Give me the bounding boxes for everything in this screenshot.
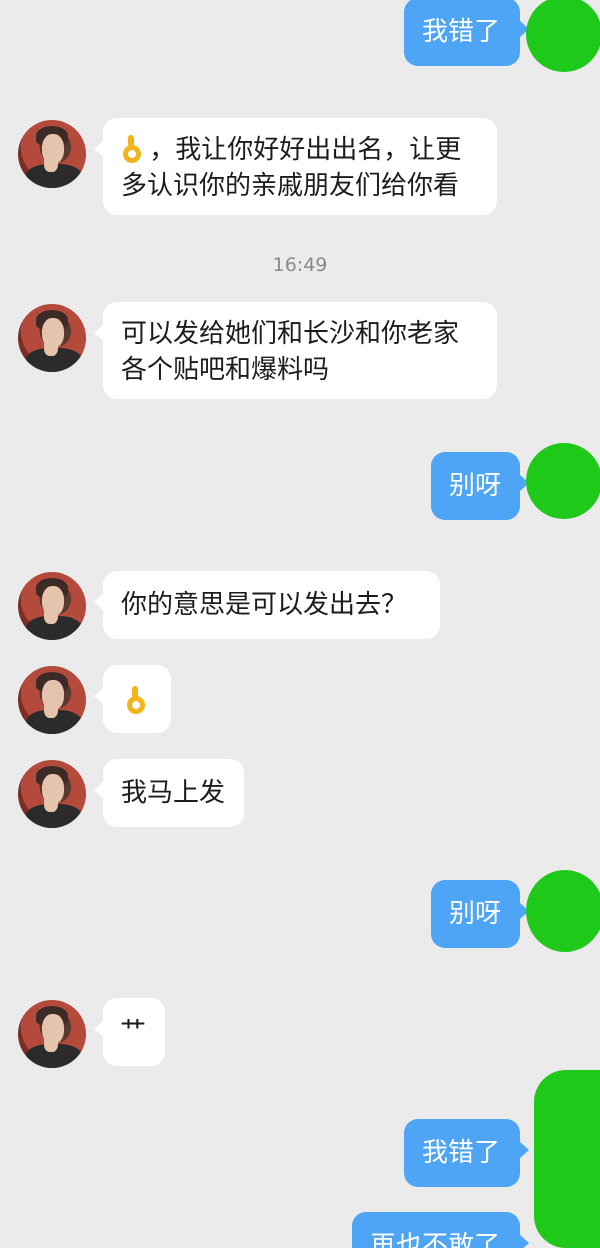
message-text: 别呀: [449, 471, 502, 501]
message-timestamp: 16:49: [272, 254, 328, 276]
contact-avatar[interactable]: [18, 1000, 86, 1068]
contact-avatar[interactable]: [18, 760, 86, 828]
message-text: 各个贴吧和爆料吗: [121, 355, 330, 385]
message-text: 可以发给她们和长沙和你老家: [121, 319, 460, 349]
ok-hand-icon: [125, 686, 145, 714]
message-text: ，我让你好好出出名，让更: [149, 135, 462, 165]
outgoing-bubble[interactable]: 再也不敢了: [352, 1212, 529, 1248]
incoming-bubble[interactable]: 我马上发: [94, 759, 244, 827]
message-text: 我马上发: [121, 778, 226, 808]
self-avatar[interactable]: [534, 1070, 600, 1248]
message-text: 多认识你的亲戚朋友们给你看: [121, 171, 460, 201]
contact-avatar[interactable]: [18, 572, 86, 640]
message-text: 我错了: [422, 17, 501, 47]
message-text: 别呀: [449, 899, 502, 929]
incoming-bubble[interactable]: ，我让你好好出出名，让更 多认识你的亲戚朋友们给你看: [94, 118, 497, 215]
incoming-bubble[interactable]: 你的意思是可以发出去？: [94, 571, 440, 639]
incoming-bubble[interactable]: 可以发给她们和长沙和你老家 各个贴吧和爆料吗: [94, 302, 497, 399]
contact-avatar[interactable]: [18, 304, 86, 372]
outgoing-bubble[interactable]: 别呀: [431, 880, 529, 948]
incoming-bubble[interactable]: 艹: [94, 998, 165, 1066]
contact-avatar[interactable]: [18, 120, 86, 188]
ok-hand-icon: [121, 135, 141, 163]
message-text: 再也不敢了: [370, 1231, 501, 1248]
self-avatar[interactable]: [526, 870, 600, 952]
incoming-bubble[interactable]: [94, 665, 171, 733]
self-avatar[interactable]: [526, 0, 600, 72]
outgoing-bubble[interactable]: 别呀: [431, 452, 529, 520]
message-text: 艹: [120, 1017, 147, 1047]
outgoing-bubble[interactable]: 我错了: [404, 0, 529, 66]
self-avatar[interactable]: [526, 443, 600, 519]
message-text: 我错了: [422, 1138, 501, 1168]
outgoing-bubble[interactable]: 我错了: [404, 1119, 529, 1187]
message-text: 你的意思是可以发出去？: [121, 590, 408, 620]
contact-avatar[interactable]: [18, 666, 86, 734]
